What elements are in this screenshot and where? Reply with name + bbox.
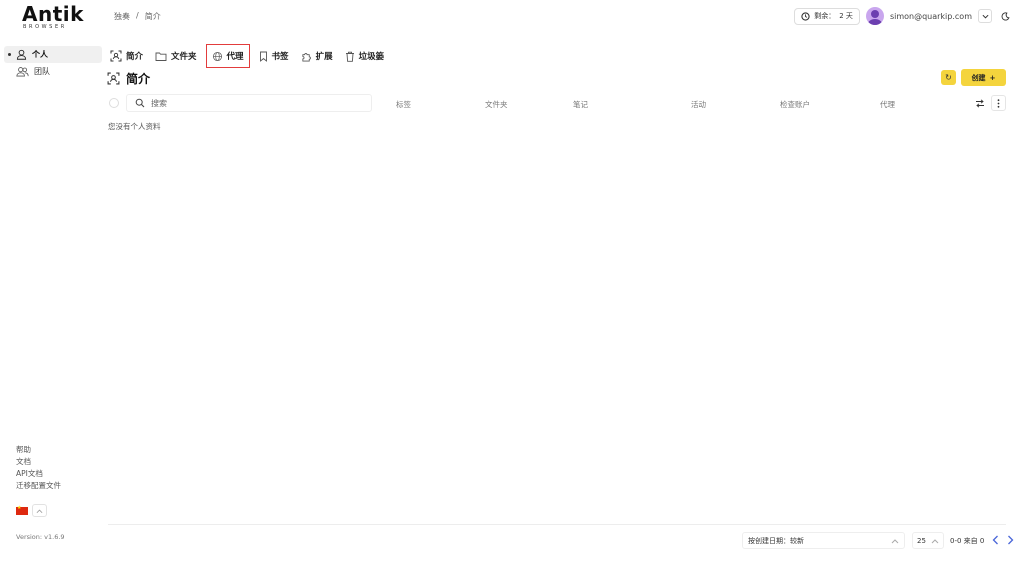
- footer-divider: [108, 524, 1006, 525]
- pagination-info: 0-0 来自 0: [950, 537, 985, 545]
- breadcrumb-current: 简介: [144, 12, 161, 21]
- tab-proxies[interactable]: 代理: [205, 44, 250, 68]
- chevron-up-icon: [931, 538, 939, 543]
- next-page-button[interactable]: [1004, 533, 1016, 547]
- china-flag-icon: [16, 505, 28, 515]
- tab-label: 垃圾篓: [358, 52, 385, 62]
- create-profile-button[interactable]: 创建 +: [961, 69, 1006, 86]
- column-header-notes[interactable]: 笔记: [573, 99, 588, 110]
- language-toggle-button[interactable]: [32, 504, 47, 517]
- clock-icon: [801, 11, 810, 21]
- remaining-label: 剩余：: [814, 12, 836, 20]
- profile-scan-icon: [110, 50, 122, 62]
- vertical-dots-icon: [997, 98, 1000, 108]
- swap-arrows-icon: [976, 98, 984, 108]
- column-header-check-account[interactable]: 检查账户: [780, 99, 810, 110]
- breadcrumb: 独奏 / 简介: [114, 11, 161, 22]
- column-header-tags[interactable]: 标签: [396, 99, 411, 110]
- search-input[interactable]: [151, 98, 351, 108]
- antik-logo[interactable]: Antik BROWSER: [22, 2, 84, 31]
- refresh-icon: ↻: [945, 73, 952, 82]
- tab-label: 代理: [226, 52, 244, 62]
- more-options-button[interactable]: [991, 95, 1006, 111]
- app-root: Antik BROWSER 独奏 / 简介 剩余： 2 天 simon@quar…: [0, 0, 1024, 563]
- tab-folders[interactable]: 文件夹: [153, 47, 199, 65]
- header-right: 剩余： 2 天 simon@quarkip.com: [794, 7, 1012, 25]
- refresh-button[interactable]: ↻: [941, 70, 956, 85]
- sidebar-nav: 个人 团队: [4, 46, 102, 80]
- previous-page-button[interactable]: [989, 533, 1001, 547]
- page-size-select[interactable]: 25: [912, 532, 944, 549]
- column-header-proxy[interactable]: 代理: [880, 99, 895, 110]
- chevron-down-icon: [982, 14, 988, 19]
- tab-label: 书签: [271, 52, 289, 62]
- tab-bar: 简介 文件夹 代理 书签 扩展 垃圾篓: [108, 44, 387, 68]
- chevron-up-icon: [36, 509, 43, 513]
- proxy-globe-icon: [212, 51, 222, 61]
- account-dropdown-button[interactable]: [978, 9, 992, 23]
- column-header-folder[interactable]: 文件夹: [485, 99, 508, 110]
- team-icon: [16, 67, 29, 77]
- help-link[interactable]: 帮助: [16, 444, 61, 456]
- logo-wordmark: Antik: [22, 2, 84, 26]
- breadcrumb-separator: /: [136, 11, 139, 20]
- sidebar-links: 帮助 文档 API文档 迁移配置文件: [16, 444, 61, 492]
- moon-icon: [1001, 11, 1010, 20]
- tab-label: 扩展: [315, 52, 333, 62]
- remaining-value: 2 天: [839, 12, 853, 20]
- sidebar-item-personal[interactable]: 个人: [4, 46, 102, 63]
- language-selector[interactable]: [16, 504, 47, 517]
- page-size-value: 25: [917, 536, 926, 545]
- profile-scan-icon: [107, 72, 120, 85]
- migrate-profiles-link[interactable]: 迁移配置文件: [16, 480, 61, 492]
- inactive-indicator: [8, 70, 11, 73]
- search-box[interactable]: [126, 94, 372, 112]
- tab-bookmarks[interactable]: 书签: [257, 47, 291, 65]
- user-email[interactable]: simon@quarkip.com: [890, 12, 972, 21]
- trash-icon: [345, 51, 354, 62]
- sidebar-item-team[interactable]: 团队: [4, 63, 102, 80]
- sort-value: 按创建日期：较新: [748, 536, 804, 545]
- bookmark-icon: [259, 51, 267, 62]
- docs-link[interactable]: 文档: [16, 456, 61, 468]
- swap-columns-button[interactable]: [973, 96, 987, 110]
- sidebar-item-label: 个人: [32, 50, 48, 59]
- tab-trash[interactable]: 垃圾篓: [343, 47, 387, 65]
- page-title: 简介: [107, 70, 150, 87]
- user-icon: [16, 49, 27, 60]
- empty-state-text: 您没有个人资料: [108, 122, 161, 131]
- chevron-right-icon: [1007, 535, 1013, 545]
- tab-label: 简介: [126, 52, 144, 62]
- api-docs-link[interactable]: API文档: [16, 468, 61, 480]
- sort-select[interactable]: 按创建日期：较新: [742, 532, 905, 549]
- tab-profiles[interactable]: 简介: [108, 47, 145, 65]
- remaining-days-badge[interactable]: 剩余： 2 天: [794, 7, 860, 25]
- sidebar-item-label: 团队: [34, 67, 50, 76]
- active-indicator: [8, 53, 11, 56]
- tab-label: 文件夹: [171, 52, 197, 62]
- breadcrumb-root[interactable]: 独奏: [114, 11, 130, 22]
- puzzle-icon: [301, 52, 311, 61]
- select-all-checkbox[interactable]: [109, 98, 119, 108]
- tab-extensions[interactable]: 扩展: [299, 47, 335, 65]
- create-label: 创建: [971, 73, 986, 82]
- search-icon: [135, 98, 145, 108]
- chevron-up-icon: [891, 538, 899, 543]
- page-title-text: 简介: [126, 72, 151, 86]
- plus-icon: +: [989, 73, 996, 82]
- folder-icon: [155, 52, 167, 61]
- column-header-activity[interactable]: 活动: [691, 99, 706, 110]
- version-text: Version: v1.6.9: [16, 533, 65, 541]
- avatar[interactable]: [865, 7, 884, 25]
- theme-toggle-button[interactable]: [998, 9, 1012, 23]
- chevron-left-icon: [992, 535, 998, 545]
